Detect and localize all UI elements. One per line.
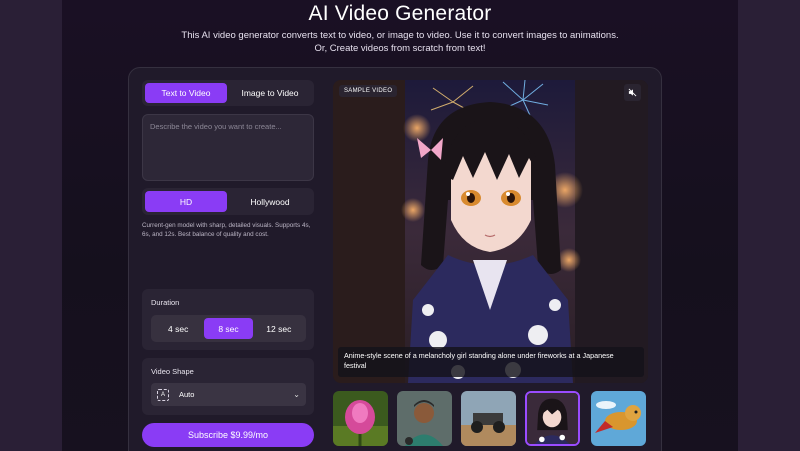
video-caption: Anime-style scene of a melancholy girl s… [338,347,644,377]
model-description: Current-gen model with sharp, detailed v… [142,222,311,238]
tab-text-to-video[interactable]: Text to Video [145,83,227,103]
quality-option-hollywood[interactable]: Hollywood [229,191,311,212]
thumbnail-flying-dog[interactable] [591,391,646,446]
chevron-down-icon: ⌄ [293,390,300,399]
video-shape-value: Auto [179,390,195,399]
sample-video-preview[interactable] [333,80,648,383]
sample-thumbnails [333,391,653,447]
mute-toggle[interactable] [624,84,641,101]
thumbnail-offroad-vehicle[interactable] [461,391,516,446]
thumbnail-flower[interactable] [333,391,388,446]
anime-girl-illustration [333,80,648,383]
flower-thumbnail-icon [333,391,388,446]
page-subtitle: This AI video generator converts text to… [150,29,650,55]
duration-option-4-sec[interactable]: 4 sec [154,318,202,339]
subtitle-line-2: Or, Create videos from scratch from text… [314,43,486,54]
prompt-input[interactable] [142,114,314,181]
page-margin-left [0,0,62,451]
duration-option-8-sec[interactable]: 8 sec [204,318,253,339]
flying-dog-thumbnail-icon [591,391,646,446]
subtitle-line-1: This AI video generator converts text to… [181,30,619,41]
thumbnail-anime-girl[interactable] [525,391,580,446]
quality-option-hd[interactable]: HD [145,191,227,212]
thumbnail-man-portrait[interactable] [397,391,452,446]
man-portrait-thumbnail-icon [397,391,452,446]
video-shape-section: Video Shape A Auto ⌄ [142,358,314,415]
speaker-muted-icon [628,88,637,97]
duration-label: Duration [151,298,180,307]
mode-tabs: Text to Video Image to Video [142,80,314,106]
video-shape-select[interactable]: A Auto ⌄ [151,383,306,406]
video-shape-label: Video Shape [151,367,194,376]
page-margin-right [738,0,800,451]
quality-tabs: HD Hollywood [142,188,314,215]
duration-options: 4 sec 8 sec 12 sec [151,315,306,342]
duration-section: Duration 4 sec 8 sec 12 sec [142,289,314,350]
duration-option-12-sec[interactable]: 12 sec [255,318,303,339]
subscribe-button[interactable]: Subscribe $9.99/mo [142,423,314,447]
aspect-ratio-icon: A [157,388,169,401]
offroad-vehicle-thumbnail-icon [461,391,516,446]
tab-image-to-video[interactable]: Image to Video [229,83,311,103]
sample-video-badge: SAMPLE VIDEO [339,85,398,97]
anime-girl-thumbnail-icon [527,393,578,444]
page-title: AI Video Generator [308,2,492,25]
